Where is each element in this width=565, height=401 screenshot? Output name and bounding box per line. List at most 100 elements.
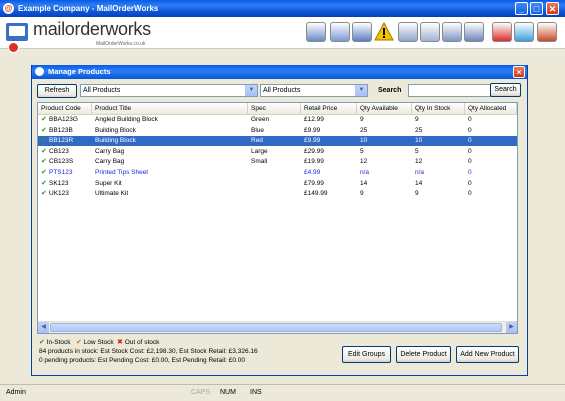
cell-price: £9.99 (304, 126, 321, 134)
product-add-icon[interactable] (442, 22, 462, 42)
cell-stock: 10 (415, 137, 423, 145)
order-add-icon[interactable] (306, 22, 326, 42)
check-icon: ✔ (76, 339, 82, 346)
edit-document-icon[interactable] (398, 22, 418, 42)
cell-avail: 14 (360, 179, 368, 187)
cell-price: £29.99 (304, 147, 324, 155)
table-row[interactable]: ✔ BB123B Building Block Blue £9.99 25 25 0 (38, 126, 517, 136)
cell-title: Carry Bag (95, 158, 125, 166)
product-filter-value: All Products (83, 87, 121, 94)
cell-code: BBA123G (49, 116, 78, 123)
column-header[interactable]: Qty Available (357, 103, 412, 114)
scroll-left-icon[interactable]: ◀ (38, 322, 49, 333)
product-edit-icon[interactable] (464, 22, 484, 42)
cell-price: £9.99 (304, 137, 321, 145)
info-document-icon[interactable] (420, 22, 440, 42)
window-title: Example Company - MailOrderWorks (18, 4, 159, 13)
cell-alloc: 0 (468, 137, 472, 145)
cell-avail: 10 (360, 137, 368, 145)
warning-icon[interactable] (374, 21, 394, 42)
cell-code: SK123 (49, 179, 69, 187)
column-header[interactable]: Retail Price (301, 103, 357, 114)
status-ins: INS (250, 389, 262, 396)
table-row[interactable]: ✔ SK123 Super Kit £79.99 14 14 0 (38, 179, 517, 189)
products-grid: Product Code Product Title Spec Retail Pric… (37, 102, 518, 334)
chevron-down-icon[interactable]: ▼ (245, 85, 257, 96)
toolbox-icon[interactable] (492, 22, 512, 42)
cell-title: Carry Bag (95, 147, 125, 155)
column-header[interactable]: Spec (248, 103, 301, 114)
cell-alloc: 0 (468, 190, 472, 198)
status-caps: CAPS (191, 389, 211, 396)
column-header[interactable]: Qty In Stock (412, 103, 465, 114)
minimize-button[interactable]: _ (515, 2, 528, 15)
scrollbar-thumb[interactable] (50, 323, 502, 332)
scroll-right-icon[interactable]: ▶ (506, 322, 517, 333)
dialog-close-button[interactable]: ✕ (513, 66, 525, 78)
column-header[interactable]: Product Title (92, 103, 248, 114)
close-button[interactable]: ✕ (546, 2, 559, 15)
cell-code: CB123S (49, 158, 74, 166)
order-list-icon[interactable] (352, 22, 372, 42)
manage-products-dialog: Manage Products ✕ Refresh All Products ▼… (31, 65, 528, 376)
cross-icon: ✖ (117, 339, 123, 346)
table-row[interactable]: ✔ CB123S Carry Bag Small £19.99 12 12 0 (38, 157, 517, 167)
category-filter-select[interactable]: All Products ▼ (260, 84, 368, 97)
cell-price: £149.99 (304, 190, 328, 198)
cell-code: CB123 (49, 147, 69, 155)
legend-out-of-stock: ✖ Out of stock (117, 338, 159, 346)
cell-title: Ultimate Kit (95, 190, 129, 198)
cell-stock: n/a (415, 169, 425, 176)
dialog-title: Manage Products (48, 67, 111, 76)
edit-groups-button[interactable]: Edit Groups (342, 346, 391, 363)
legend-in-stock-label: In-Stock (46, 339, 71, 346)
cell-title: Building Block (95, 137, 136, 145)
table-row[interactable]: ✔ BBA123G Angled Building Block Green £12.99… (38, 115, 517, 125)
cell-code: UK123 (49, 190, 69, 198)
dialog-titlebar: Manage Products ✕ (32, 65, 527, 79)
maximize-button[interactable]: □ (530, 2, 543, 15)
chevron-down-icon[interactable]: ▼ (355, 85, 367, 96)
legend-low-stock: ✔ Low Stock (76, 338, 114, 346)
cell-stock: 9 (415, 190, 419, 198)
column-header[interactable]: Product Code (38, 103, 92, 114)
cell-alloc: 0 (468, 147, 472, 155)
table-row[interactable]: ✔ PTS123 Printed Tips Sheet £4.99 n/a n/a 0 (38, 168, 517, 178)
category-filter-value: All Products (263, 87, 301, 94)
check-icon: ✔ (39, 339, 45, 346)
cell-avail: 25 (360, 126, 368, 134)
column-header[interactable]: Qty Allocated (465, 103, 517, 114)
search-button[interactable]: Search (490, 83, 521, 97)
cubes-icon[interactable] (514, 22, 534, 42)
legend-out-of-stock-label: Out of stock (124, 339, 160, 346)
table-row[interactable]: ✔ UK123 Ultimate Kit £149.99 9 9 0 (38, 189, 517, 199)
cell-code: BB123R (49, 137, 74, 145)
cell-spec: Red (251, 137, 263, 145)
app-icon: @ (3, 3, 14, 14)
cell-alloc: 0 (468, 126, 472, 134)
add-new-product-button[interactable]: Add New Product (456, 346, 519, 363)
cell-spec: Green (251, 116, 270, 123)
status-num: NUM (220, 389, 236, 396)
product-filter-select[interactable]: All Products ▼ (80, 84, 258, 97)
cell-avail: 9 (360, 116, 364, 123)
refresh-button[interactable]: Refresh (37, 84, 77, 98)
cell-avail: n/a (360, 169, 370, 176)
status-user: Admin (6, 389, 26, 396)
table-row[interactable]: ✔ CB123 Carry Bag Large £29.99 5 5 0 (38, 147, 517, 157)
order-search-icon[interactable] (330, 22, 350, 42)
horizontal-scrollbar[interactable]: ◀ ▶ (38, 321, 517, 333)
cell-price: £79.99 (304, 179, 324, 187)
cell-code: PTS123 (49, 169, 73, 176)
cell-stock: 25 (415, 126, 423, 134)
pending-summary: 0 pending products: Est Pending Cost: £0… (39, 357, 245, 364)
cell-alloc: 0 (468, 179, 472, 187)
status-bar: Admin CAPS NUM INS (0, 384, 565, 401)
cell-spec: Small (251, 158, 268, 166)
cell-stock: 12 (415, 158, 423, 166)
logo-subtitle: MailOrderWorks.co.uk (96, 41, 146, 47)
cell-avail: 12 (360, 158, 368, 166)
users-icon[interactable] (537, 22, 557, 42)
table-row[interactable]: ✔ BB123R Building Block Red £9.99 10 10 0 (38, 136, 517, 147)
delete-product-button[interactable]: Delete Product (396, 346, 451, 363)
